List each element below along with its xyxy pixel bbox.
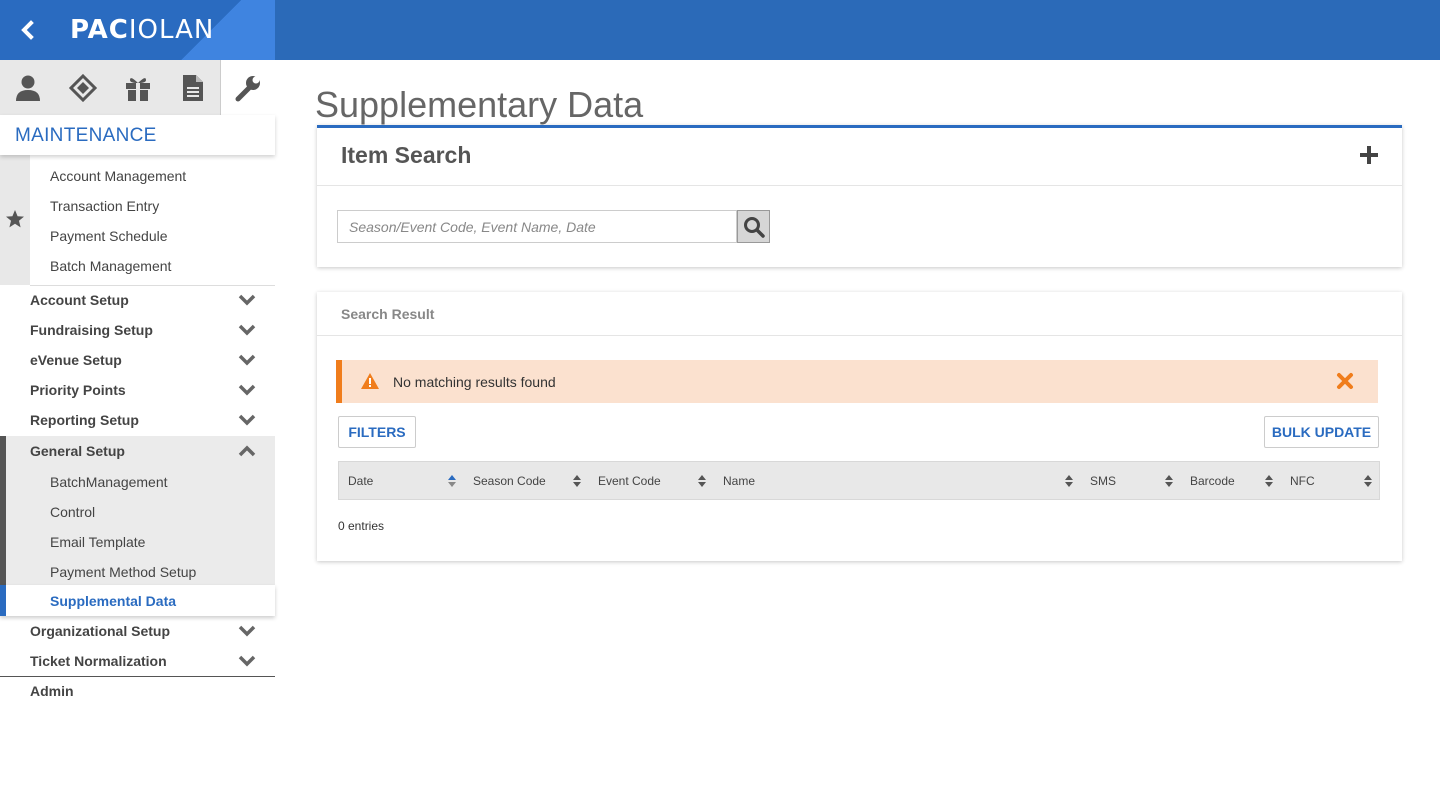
column-header-name[interactable]: Name	[714, 462, 1081, 500]
column-label: NFC	[1290, 474, 1315, 488]
sidebar-subitem-active[interactable]: Supplemental Data	[0, 585, 275, 616]
sidebar-item-reporting-setup[interactable]: Reporting Setup	[0, 405, 275, 435]
person-icon	[15, 75, 40, 101]
chevron-left-icon	[21, 20, 34, 40]
favorite-item[interactable]: Batch Management	[50, 258, 171, 274]
table-header: Date Season Code Event Code Name SMS Bar…	[338, 461, 1380, 500]
favorites-block: Account Management Transaction Entry Pay…	[0, 155, 275, 285]
sidebar-item-label: Fundraising Setup	[30, 322, 153, 338]
column-label: Date	[348, 474, 374, 488]
column-header-sms[interactable]: SMS	[1081, 462, 1181, 500]
chevron-down-icon	[238, 354, 256, 366]
favorites-strip	[0, 155, 30, 285]
sidebar-item-general-setup[interactable]: General Setup	[0, 436, 275, 466]
sidebar-subitem[interactable]: Control	[50, 504, 95, 520]
search-icon	[743, 216, 765, 238]
favorite-item[interactable]: Payment Schedule	[50, 228, 168, 244]
sort-icon	[1065, 475, 1073, 487]
brand-area: PACIOLAN	[0, 0, 275, 60]
column-header-barcode[interactable]: Barcode	[1181, 462, 1281, 500]
entries-count: 0 entries	[338, 519, 385, 533]
column-label: Event Code	[598, 474, 661, 488]
column-header-season-code[interactable]: Season Code	[464, 462, 589, 500]
sidebar-icon-tabs	[0, 60, 275, 115]
back-button[interactable]	[14, 16, 40, 44]
pacIolan-logo: PACIOLAN	[70, 15, 215, 45]
sidebar-item-ticket-normalization[interactable]: Ticket Normalization	[0, 646, 275, 676]
close-icon[interactable]	[1336, 372, 1354, 390]
favorite-item[interactable]: Account Management	[50, 168, 186, 184]
tab-tickets[interactable]	[55, 60, 110, 115]
sidebar-subitem-label: Supplemental Data	[50, 593, 177, 609]
search-result-card: Search Result No matching results found …	[317, 292, 1402, 561]
sidebar: MAINTENANCE Account Management Transacti…	[0, 60, 275, 800]
warning-icon	[361, 373, 379, 389]
sidebar-subitem[interactable]: Payment Method Setup	[50, 564, 196, 580]
wrench-icon	[235, 75, 260, 101]
document-icon	[182, 74, 203, 101]
sidebar-item-admin[interactable]: Admin	[0, 676, 275, 706]
column-header-date[interactable]: Date	[339, 462, 464, 500]
chevron-down-icon	[238, 324, 256, 336]
page-title: Supplementary Data	[315, 84, 644, 125]
column-label: Barcode	[1190, 474, 1235, 488]
plus-icon[interactable]	[1360, 146, 1378, 164]
column-label: SMS	[1090, 474, 1117, 488]
gift-icon	[125, 77, 150, 101]
alert-message: No matching results found	[393, 374, 556, 390]
chevron-down-icon	[238, 414, 256, 426]
sidebar-item-account-setup[interactable]: Account Setup	[0, 285, 275, 315]
sidebar-subitem[interactable]: BatchManagement	[50, 474, 168, 490]
tab-customers[interactable]	[0, 60, 55, 115]
column-label: Name	[723, 474, 756, 488]
chevron-down-icon	[238, 294, 256, 306]
sidebar-item-label: eVenue Setup	[30, 352, 122, 368]
search-result-title: Search Result	[341, 306, 435, 322]
sidebar-item-label: Ticket Normalization	[30, 653, 167, 669]
section-title: MAINTENANCE	[0, 115, 275, 155]
sort-icon	[698, 475, 706, 487]
tab-gifts[interactable]	[110, 60, 165, 115]
sort-asc-icon	[448, 475, 456, 487]
sort-icon	[1265, 475, 1273, 487]
column-header-event-code[interactable]: Event Code	[589, 462, 714, 500]
tab-maintenance[interactable]	[220, 60, 275, 115]
chevron-up-icon	[238, 445, 256, 457]
sidebar-item-label: Organizational Setup	[30, 623, 171, 639]
ticket-icon	[68, 73, 97, 102]
active-indicator	[0, 585, 6, 616]
filters-button[interactable]: FILTERS	[338, 416, 416, 448]
sort-icon	[1165, 475, 1173, 487]
chevron-down-icon	[238, 384, 256, 396]
sidebar-item-label: Reporting Setup	[30, 412, 139, 428]
item-search-header: Item Search	[317, 128, 1402, 186]
tab-documents[interactable]	[165, 60, 220, 115]
column-header-nfc[interactable]: NFC	[1281, 462, 1380, 500]
sort-icon	[573, 475, 581, 487]
sidebar-item-priority-points[interactable]: Priority Points	[0, 375, 275, 405]
chevron-down-icon	[238, 625, 256, 637]
no-results-alert: No matching results found	[336, 360, 1378, 403]
search-input[interactable]	[337, 210, 737, 243]
sidebar-item-fundraising-setup[interactable]: Fundraising Setup	[0, 315, 275, 345]
sidebar-item-label: General Setup	[30, 443, 125, 459]
sidebar-item-organizational-setup[interactable]: Organizational Setup	[0, 616, 275, 646]
search-result-header: Search Result	[317, 292, 1402, 336]
item-search-card: Item Search	[317, 125, 1402, 267]
chevron-down-icon	[238, 655, 256, 667]
bulk-update-button[interactable]: BULK UPDATE	[1264, 416, 1379, 448]
search-button[interactable]	[737, 210, 770, 243]
favorite-item[interactable]: Transaction Entry	[50, 198, 159, 214]
sidebar-item-label: Account Setup	[30, 292, 129, 308]
column-label: Season Code	[473, 474, 546, 488]
sort-icon	[1364, 475, 1372, 487]
section-title-text: MAINTENANCE	[15, 125, 157, 146]
star-icon	[6, 210, 24, 228]
item-search-title: Item Search	[341, 142, 472, 168]
sidebar-item-label: Priority Points	[30, 382, 126, 398]
sidebar-item-label: Admin	[30, 683, 74, 699]
sidebar-item-evenue-setup[interactable]: eVenue Setup	[0, 345, 275, 375]
sidebar-subitem[interactable]: Email Template	[50, 534, 145, 550]
